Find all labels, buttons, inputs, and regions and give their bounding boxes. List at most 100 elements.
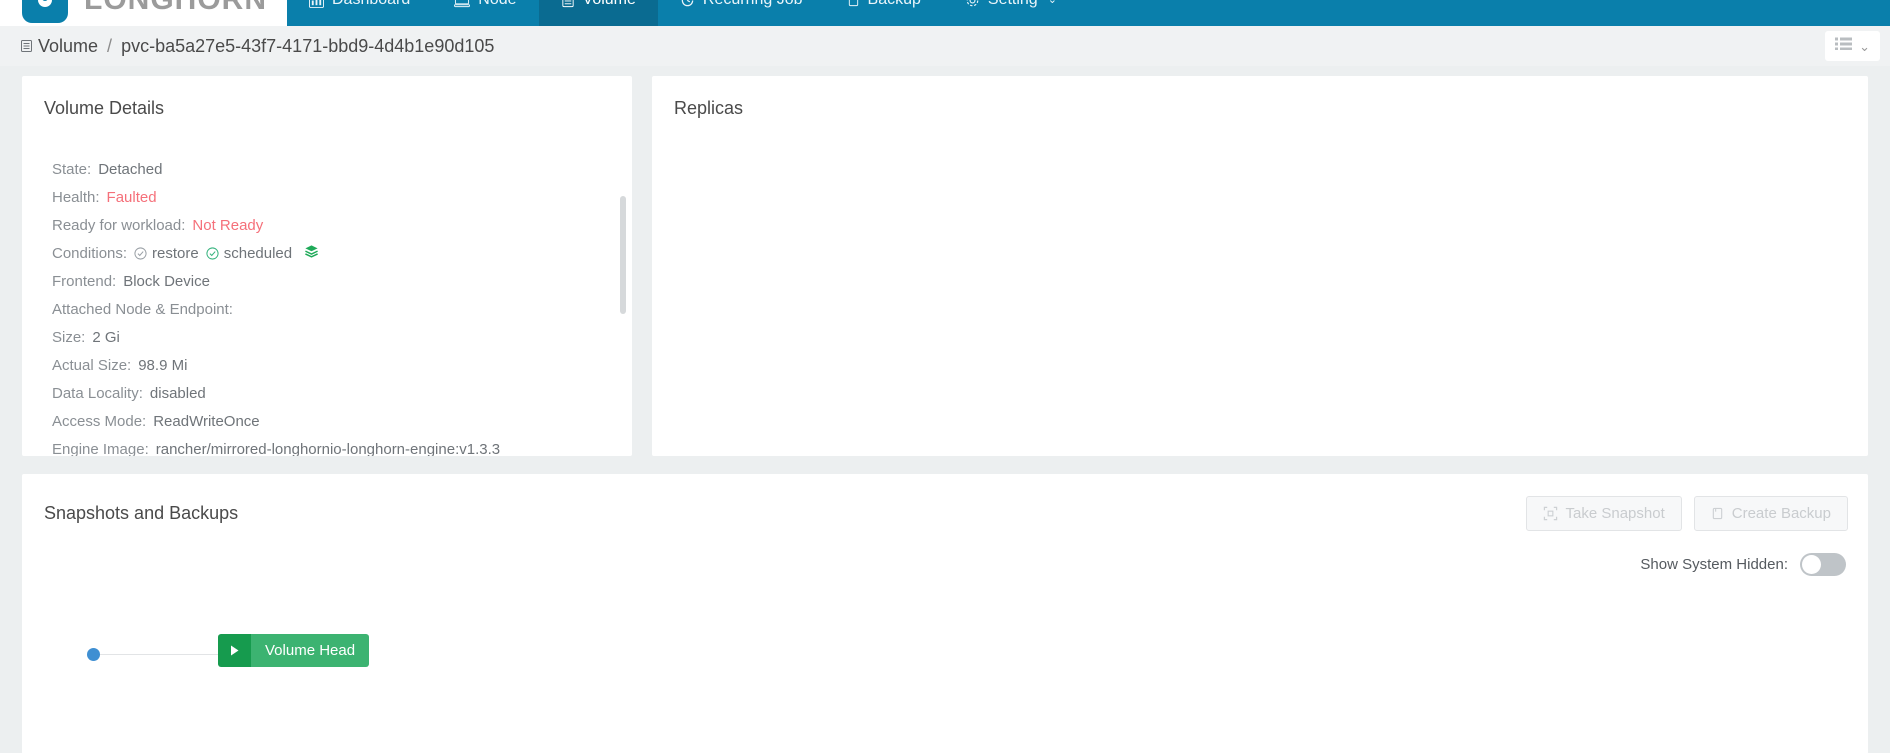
snapshots-actions: Take Snapshot Create Backup bbox=[1525, 496, 1848, 531]
detail-row-engine-image: Engine Image: rancher/mirrored-longhorni… bbox=[52, 435, 632, 457]
check-circle-icon bbox=[134, 246, 147, 260]
detail-label-frontend: Frontend: bbox=[52, 272, 117, 290]
detail-label-data-locality: Data Locality: bbox=[52, 384, 143, 402]
page-content: Volume Details State: Detached Health: F… bbox=[0, 66, 1890, 753]
replicas-title: Replicas bbox=[674, 98, 744, 118]
detail-label-ready-for-workload: Ready for workload: bbox=[52, 216, 186, 234]
details-scrollbar-thumb[interactable] bbox=[620, 196, 626, 314]
nav-label-setting: Setting bbox=[988, 0, 1038, 9]
snapshot-tree: Volume Head bbox=[22, 598, 1868, 718]
detail-value-access-mode: ReadWriteOnce bbox=[153, 412, 260, 430]
volume-list-icon bbox=[20, 39, 33, 53]
detail-row-state: State: Detached bbox=[52, 155, 632, 183]
longhorn-volume-detail-page: LONGHORN Dashboard bbox=[0, 0, 1890, 753]
layers-icon bbox=[304, 244, 319, 263]
volume-details-list: State: Detached Health: Faulted Ready fo… bbox=[22, 155, 632, 457]
detail-row-attached-node-endpoint: Attached Node & Endpoint: bbox=[52, 295, 632, 323]
detail-value-ready-for-workload: Not Ready bbox=[192, 216, 264, 234]
volume-icon bbox=[561, 0, 575, 8]
snapshot-icon bbox=[1543, 506, 1558, 521]
detail-row-actual-size: Actual Size: 98.9 Mi bbox=[52, 351, 632, 379]
detail-label-access-mode: Access Mode: bbox=[52, 412, 147, 430]
show-system-hidden-toggle[interactable] bbox=[1800, 553, 1846, 576]
top-navigation-bar: LONGHORN Dashboard bbox=[0, 0, 1890, 26]
play-icon bbox=[218, 634, 251, 667]
condition-restore-label: restore bbox=[152, 244, 199, 262]
backup-icon bbox=[847, 0, 860, 8]
detail-value-data-locality: disabled bbox=[149, 384, 206, 402]
backup-icon bbox=[1711, 506, 1724, 521]
chevron-down-icon: ⌄ bbox=[1859, 38, 1870, 54]
nav-item-node[interactable]: Node bbox=[432, 0, 538, 26]
top-row: Volume Details State: Detached Health: F… bbox=[22, 76, 1868, 456]
replicas-card: Replicas bbox=[652, 76, 1868, 456]
detail-label-attached-node-endpoint: Attached Node & Endpoint: bbox=[52, 300, 233, 318]
create-backup-label: Create Backup bbox=[1731, 505, 1831, 522]
nav-item-dashboard[interactable]: Dashboard bbox=[287, 0, 432, 26]
condition-scheduled: scheduled bbox=[206, 245, 292, 262]
toggle-knob bbox=[1802, 555, 1821, 574]
nav-label-volume: Volume bbox=[583, 0, 636, 9]
detail-value-frontend: Block Device bbox=[123, 272, 210, 290]
brand-name: LONGHORN bbox=[84, 0, 267, 17]
detail-row-conditions: Conditions: restore scheduled bbox=[52, 239, 632, 267]
show-system-hidden-row: Show System Hidden: bbox=[22, 531, 1868, 576]
create-backup-button[interactable]: Create Backup bbox=[1693, 496, 1848, 531]
list-view-icon bbox=[1835, 37, 1853, 55]
take-snapshot-label: Take Snapshot bbox=[1565, 505, 1665, 522]
nav-label-node: Node bbox=[478, 0, 516, 9]
brand: LONGHORN bbox=[0, 0, 287, 26]
volume-details-title: Volume Details bbox=[44, 98, 165, 118]
chevron-down-icon: ⌄ bbox=[1048, 0, 1057, 6]
longhorn-logo-icon bbox=[22, 0, 68, 23]
detail-label-health: Health: bbox=[52, 188, 100, 206]
details-scrollbar[interactable] bbox=[620, 196, 626, 436]
detail-value-state: Detached bbox=[98, 160, 163, 178]
volume-details-card: Volume Details State: Detached Health: F… bbox=[22, 76, 632, 456]
snapshot-tree-root-dot[interactable] bbox=[87, 648, 100, 661]
condition-restore: restore bbox=[134, 245, 199, 262]
detail-label-state: State: bbox=[52, 160, 92, 178]
snapshots-and-backups-card: Snapshots and Backups Take Snapshot Crea… bbox=[22, 474, 1868, 753]
detail-row-access-mode: Access Mode: ReadWriteOnce bbox=[52, 407, 632, 435]
breadcrumb-current: pvc-ba5a27e5-43f7-4171-bbd9-4d4b1e90d105 bbox=[121, 35, 495, 56]
detail-row-health: Health: Faulted bbox=[52, 183, 632, 211]
breadcrumb-separator: / bbox=[107, 35, 113, 56]
clock-icon bbox=[680, 0, 695, 8]
detail-row-frontend: Frontend: Block Device bbox=[52, 267, 632, 295]
detail-row-data-locality: Data Locality: disabled bbox=[52, 379, 632, 407]
nav-item-recurring-job[interactable]: Recurring Job bbox=[658, 0, 825, 26]
breadcrumb-bar: Volume / pvc-ba5a27e5-43f7-4171-bbd9-4d4… bbox=[0, 26, 1890, 66]
detail-row-size: Size: 2 Gi bbox=[52, 323, 632, 351]
breadcrumb: Volume / pvc-ba5a27e5-43f7-4171-bbd9-4d4… bbox=[0, 36, 494, 57]
snapshot-tree-connector bbox=[100, 654, 218, 655]
volume-head-label: Volume Head bbox=[251, 634, 370, 667]
take-snapshot-button[interactable]: Take Snapshot bbox=[1525, 496, 1682, 531]
breadcrumb-root[interactable]: Volume bbox=[38, 36, 98, 57]
detail-value-actual-size: 98.9 Mi bbox=[138, 356, 188, 374]
nav-item-backup[interactable]: Backup bbox=[825, 0, 943, 26]
nav-item-setting[interactable]: Setting ⌄ bbox=[943, 0, 1079, 26]
nav-label-backup: Backup bbox=[868, 0, 921, 9]
detail-value-health: Faulted bbox=[106, 188, 157, 206]
detail-row-ready-for-workload: Ready for workload: Not Ready bbox=[52, 211, 632, 239]
volume-head-node[interactable]: Volume Head bbox=[218, 634, 370, 667]
nav-label-dashboard: Dashboard bbox=[332, 0, 410, 9]
node-icon bbox=[454, 0, 471, 8]
show-system-hidden-label: Show System Hidden: bbox=[1640, 556, 1788, 573]
gear-icon bbox=[965, 0, 980, 8]
check-circle-icon bbox=[206, 246, 219, 260]
detail-value-engine-image: rancher/mirrored-longhornio-longhorn-eng… bbox=[155, 440, 501, 457]
nav-item-volume[interactable]: Volume bbox=[538, 0, 658, 26]
detail-label-engine-image: Engine Image: bbox=[52, 440, 149, 457]
detail-value-size: 2 Gi bbox=[92, 328, 120, 346]
snapshots-title: Snapshots and Backups bbox=[44, 503, 239, 523]
dashboard-icon bbox=[309, 0, 324, 8]
nav-label-recurring-job: Recurring Job bbox=[703, 0, 803, 9]
detail-label-actual-size: Actual Size: bbox=[52, 356, 132, 374]
snapshots-header: Snapshots and Backups Take Snapshot Crea… bbox=[22, 474, 1868, 531]
view-options-button[interactable]: ⌄ bbox=[1825, 31, 1880, 61]
detail-label-conditions: Conditions: bbox=[52, 244, 128, 262]
detail-label-size: Size: bbox=[52, 328, 86, 346]
condition-scheduled-label: scheduled bbox=[223, 244, 293, 262]
